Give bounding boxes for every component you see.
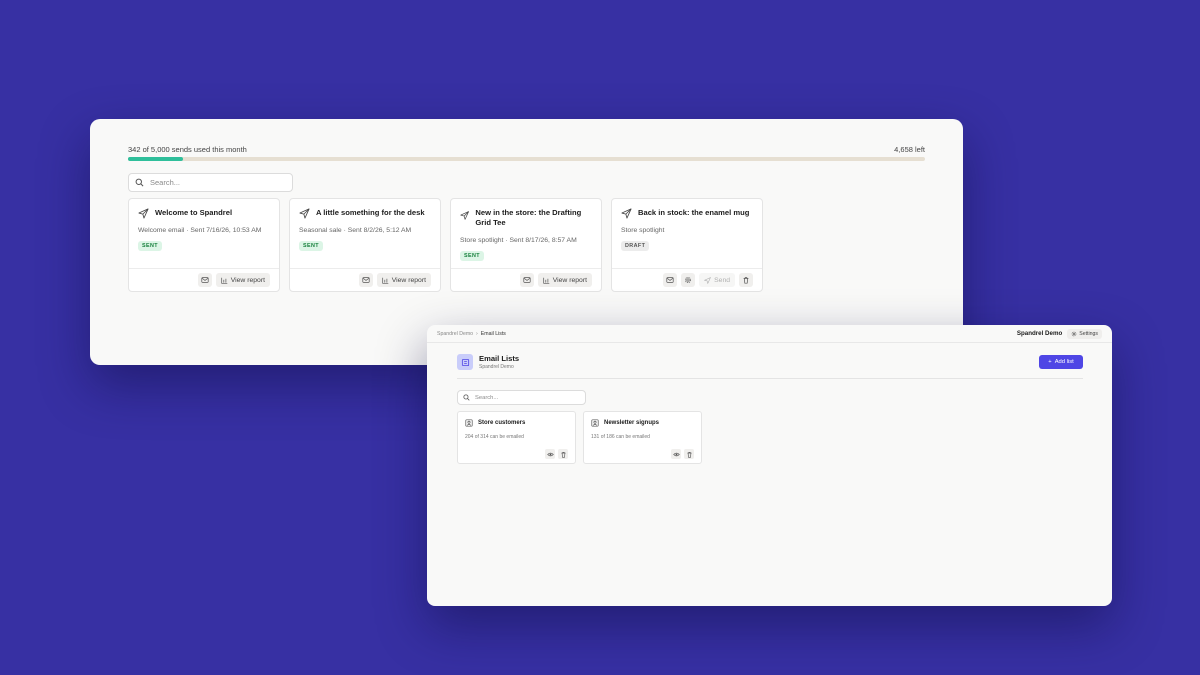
add-list-button[interactable]: + Add list (1039, 355, 1083, 369)
campaign-meta: Store spotlight · Sent 8/17/26, 8:57 AM (460, 237, 577, 244)
campaign-meta: Store spotlight (621, 227, 665, 234)
usage-label: 342 of 5,000 sends used this month (128, 145, 247, 154)
bar-chart-icon (543, 277, 550, 284)
view-list-button[interactable] (545, 449, 555, 459)
contact-list-icon (591, 419, 599, 427)
usage-summary: 342 of 5,000 sends used this month 4,658… (128, 145, 925, 154)
eye-icon (672, 452, 680, 456)
header-divider (457, 378, 1083, 379)
view-report-label: View report (230, 276, 265, 284)
top-bar: Spandrel Demo › Email Lists Spandrel Dem… (427, 325, 1112, 343)
campaign-meta: Welcome email · Sent 7/16/26, 10:53 AM (138, 227, 262, 234)
breadcrumb-item-current: Email Lists (480, 330, 506, 337)
send-icon (299, 208, 310, 219)
trash-icon (743, 277, 749, 284)
send-icon (704, 276, 712, 284)
breadcrumb-item-workspace[interactable]: Spandrel Demo (437, 331, 473, 337)
email-preview-button[interactable] (519, 273, 534, 287)
settings-button[interactable]: Settings (1067, 328, 1102, 339)
campaign-title: New in the store: the Drafting Grid Tee (475, 208, 582, 227)
email-preview-button[interactable] (358, 273, 373, 287)
campaign-card-list: Welcome to Spandrel Welcome email · Sent… (128, 198, 763, 292)
email-list-cards: Store customers 204 of 314 can be emaile… (457, 411, 702, 464)
usage-progress-bar (128, 157, 925, 161)
email-list-meta: 131 of 186 can be emailed (591, 434, 650, 440)
bar-chart-icon (382, 277, 389, 284)
mail-icon (523, 277, 531, 283)
search-placeholder: Search... (475, 394, 499, 401)
send-label: Send (714, 276, 730, 284)
email-list-card[interactable]: Newsletter signups 131 of 186 can be ema… (583, 411, 702, 464)
send-icon (138, 208, 149, 219)
campaign-settings-button[interactable] (681, 273, 696, 287)
campaign-card[interactable]: Welcome to Spandrel Welcome email · Sent… (128, 198, 280, 292)
campaign-card[interactable]: New in the store: the Drafting Grid Tee … (450, 198, 602, 292)
status-badge: SENT (299, 241, 323, 251)
email-list-title: Newsletter signups (604, 420, 660, 426)
mail-icon (362, 277, 370, 283)
search-icon (463, 394, 470, 401)
contact-list-icon (465, 419, 473, 427)
account-name[interactable]: Spandrel Demo (1017, 330, 1062, 337)
add-list-label: Add list (1054, 359, 1074, 365)
email-list-meta: 204 of 314 can be emailed (465, 434, 524, 440)
view-list-button[interactable] (671, 449, 681, 459)
breadcrumb-separator: › (476, 330, 478, 337)
delete-button[interactable] (739, 273, 753, 287)
email-preview-button[interactable] (663, 273, 678, 287)
eye-icon (546, 452, 554, 456)
breadcrumb: Spandrel Demo › Email Lists (437, 331, 506, 337)
trash-icon (686, 451, 692, 458)
page-title: Email Lists (479, 354, 520, 363)
bar-chart-icon (221, 277, 228, 284)
search-placeholder: Search... (150, 178, 181, 187)
mail-icon (201, 277, 209, 283)
campaign-title: Back in stock: the enamel mug (638, 208, 750, 217)
usage-progress-fill (128, 157, 183, 161)
campaign-card[interactable]: A little something for the desk Seasonal… (289, 198, 441, 292)
status-badge: DRAFT (621, 241, 650, 251)
delete-list-button[interactable] (684, 449, 694, 459)
campaign-card[interactable]: Back in stock: the enamel mug Store spot… (611, 198, 763, 292)
page-header: Email Lists Spandrel Demo (457, 354, 519, 370)
view-report-label: View report (552, 276, 587, 284)
status-badge: SENT (138, 241, 162, 251)
email-lists-window: Spandrel Demo › Email Lists Spandrel Dem… (427, 325, 1112, 606)
trash-icon (560, 451, 566, 458)
campaign-title: A little something for the desk (316, 208, 425, 217)
usage-remaining: 4,658 left (894, 145, 925, 154)
list-search-input[interactable]: Search... (457, 390, 586, 405)
view-report-button[interactable]: View report (215, 273, 270, 287)
campaign-meta: Seasonal sale · Sent 8/2/26, 5:12 AM (299, 227, 412, 234)
delete-list-button[interactable] (558, 449, 568, 459)
send-button[interactable]: Send (699, 273, 735, 287)
settings-label: Settings (1079, 330, 1098, 337)
gear-icon (685, 277, 692, 283)
list-icon (457, 354, 473, 370)
page-subtitle: Spandrel Demo (479, 364, 514, 370)
email-list-card[interactable]: Store customers 204 of 314 can be emaile… (457, 411, 576, 464)
view-report-label: View report (391, 276, 426, 284)
search-icon (135, 178, 144, 187)
campaign-title: Welcome to Spandrel (155, 208, 233, 217)
mail-icon (666, 277, 674, 283)
gear-icon (1071, 331, 1077, 336)
send-icon (460, 211, 469, 220)
email-preview-button[interactable] (197, 273, 212, 287)
view-report-button[interactable]: View report (537, 273, 592, 287)
status-badge: SENT (460, 251, 484, 261)
email-list-title: Store customers (478, 420, 526, 426)
send-icon (621, 208, 632, 219)
view-report-button[interactable]: View report (376, 273, 431, 287)
plus-icon: + (1048, 359, 1052, 365)
campaign-search-input[interactable]: Search... (128, 173, 293, 192)
